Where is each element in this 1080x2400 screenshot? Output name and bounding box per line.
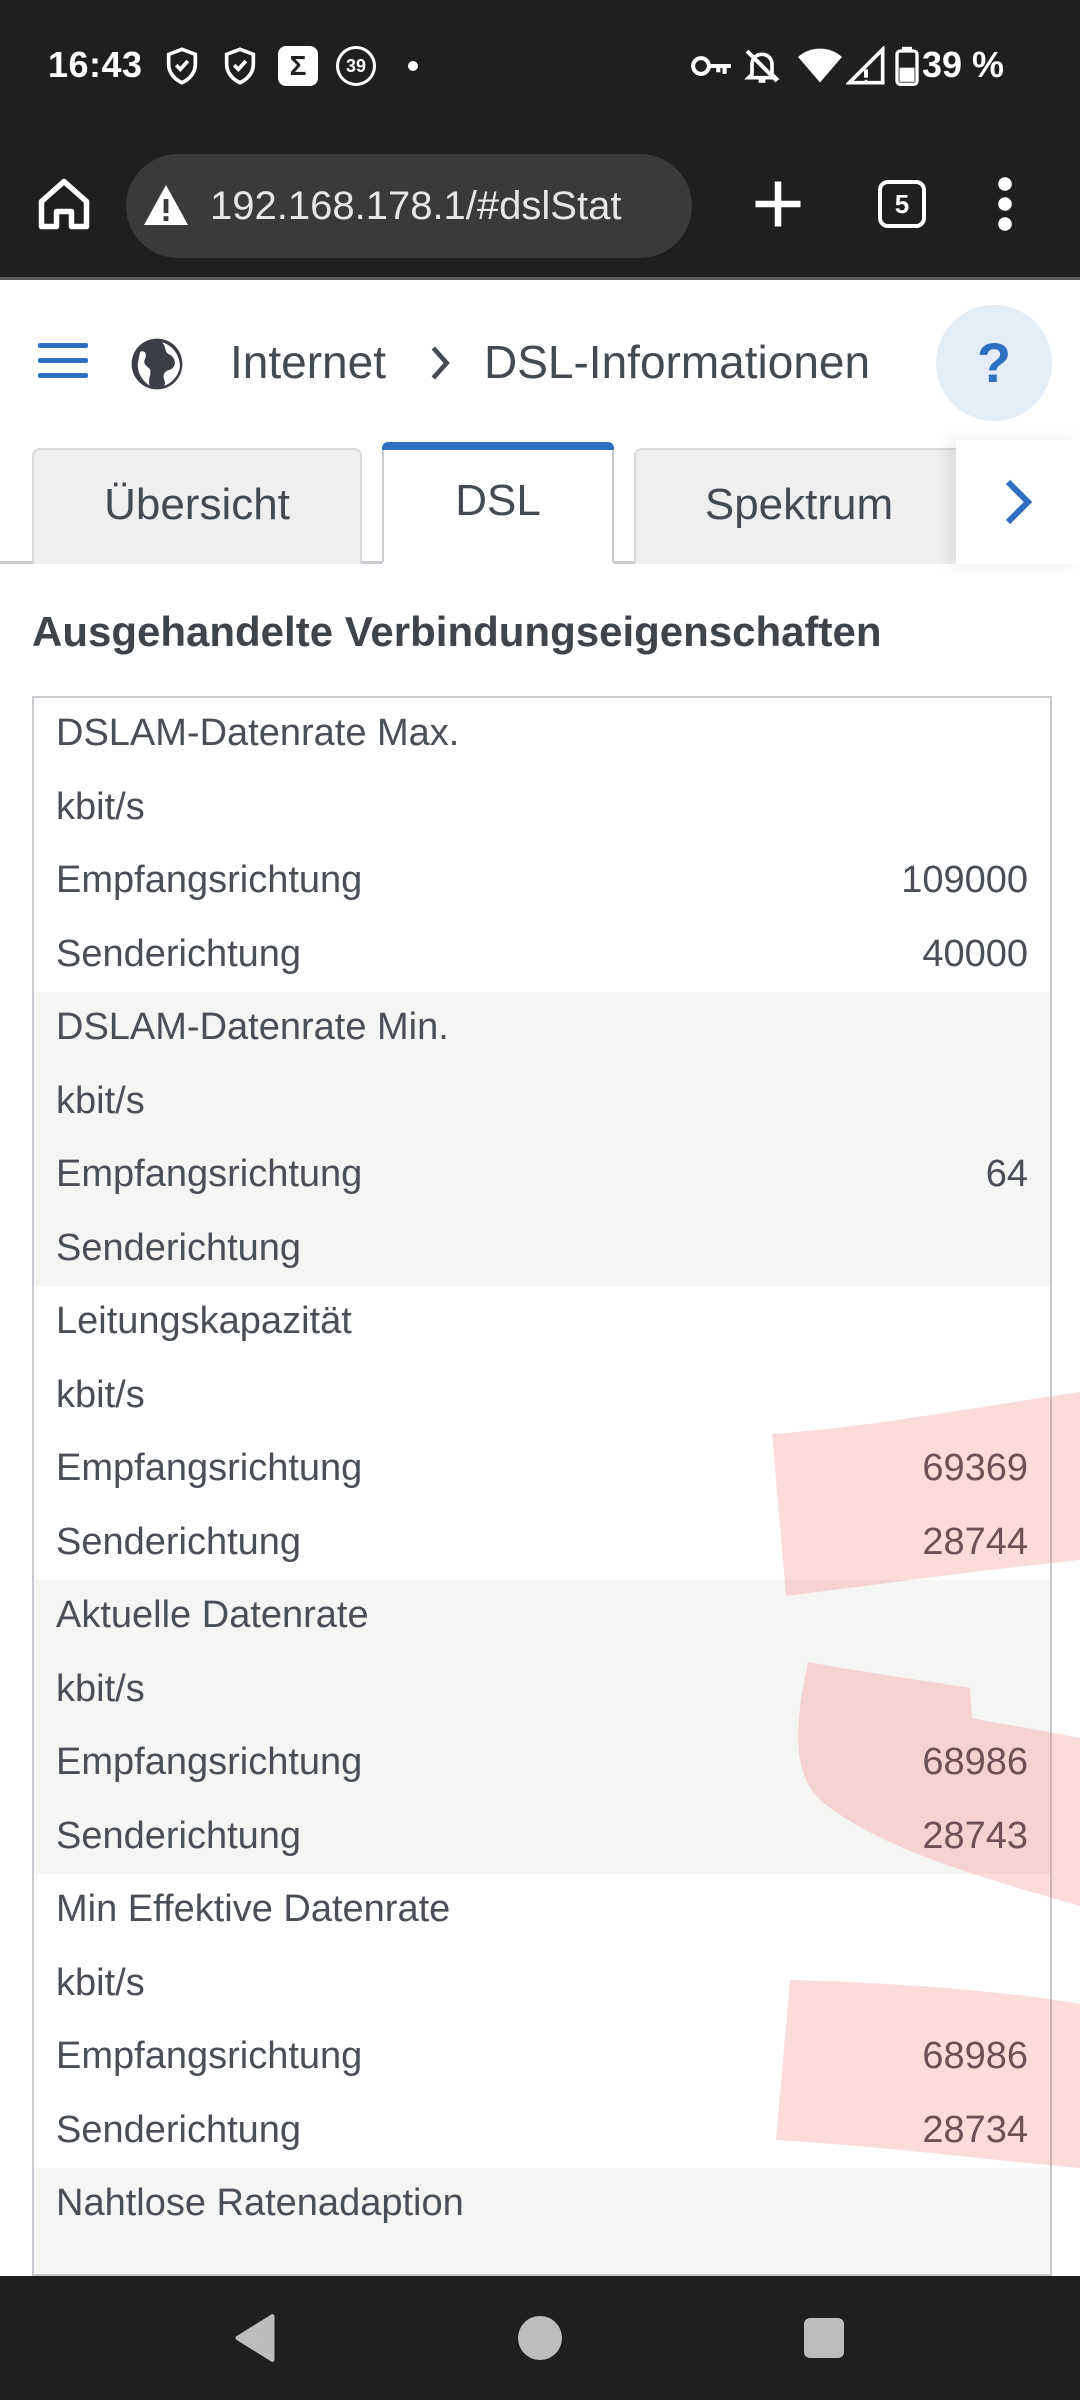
unit-label: kbit/s	[56, 1961, 145, 2004]
table-row: Senderichtung 28743	[34, 1801, 1050, 1875]
group-title: Leitungskapazität	[56, 1300, 352, 1342]
tab-dsl[interactable]: DSL	[382, 442, 614, 564]
table-row: Senderichtung 28744	[34, 1507, 1050, 1581]
unit-row: kbit/s	[34, 1948, 1050, 2022]
tabs-icon[interactable]: 5	[878, 180, 926, 228]
group-title-row: DSLAM-Datenrate Min.	[34, 992, 1050, 1066]
home-icon[interactable]	[34, 174, 94, 234]
group-title-row: Min Effektive Datenrate	[34, 1874, 1050, 1948]
app-header: Internet DSL-Informationen ?	[0, 283, 1080, 438]
more-vert-icon[interactable]	[990, 174, 1020, 234]
table-row: Empfangsrichtung 64	[34, 1139, 1050, 1213]
shield-check-icon	[224, 47, 256, 85]
dot-icon	[408, 61, 418, 71]
signal-icon	[846, 46, 885, 85]
battery-icon	[895, 46, 919, 86]
chevron-right-icon	[431, 346, 450, 380]
row-label: Senderichtung	[56, 932, 302, 975]
plus-icon[interactable]	[748, 174, 808, 234]
tab-spektrum[interactable]: Spektrum	[634, 448, 964, 564]
row-label: Senderichtung	[56, 1814, 302, 1857]
status-bar: 16:43 Σ 39 39 %	[0, 0, 1080, 132]
row-label: Empfangsrichtung	[56, 2035, 363, 2077]
table-row: Senderichtung	[34, 1213, 1050, 1287]
group-leitungskapazitaet: Leitungskapazität kbit/s Empfangsrichtun…	[34, 1286, 1050, 1580]
row-label: Empfangsrichtung	[56, 1153, 363, 1195]
browser-toolbar: 192.168.178.1/#dslStat 5	[0, 132, 1080, 280]
table-row: Empfangsrichtung 109000	[34, 845, 1050, 919]
row-label: Senderichtung	[56, 1226, 302, 1269]
unit-label: kbit/s	[56, 785, 145, 828]
unit-label: kbit/s	[56, 1373, 145, 1416]
row-label: Empfangsrichtung	[56, 1741, 363, 1783]
hamburger-menu-icon[interactable]	[38, 341, 88, 381]
unit-row: kbit/s	[34, 1066, 1050, 1140]
table-row: Empfangsrichtung 68986	[34, 2021, 1050, 2095]
unit-label: kbit/s	[56, 1667, 145, 1710]
connection-properties-table: DSLAM-Datenrate Max. kbit/s Empfangsrich…	[32, 696, 1052, 2276]
row-value: 28743	[922, 1814, 1028, 1857]
section-title: Ausgehandelte Verbindungseigenschaften	[32, 608, 882, 655]
row-value: 68986	[922, 1741, 1028, 1783]
row-value: 69369	[922, 1447, 1028, 1489]
active-tab-indicator	[382, 442, 614, 450]
status-time: 16:43	[48, 44, 143, 85]
home-circle-icon[interactable]	[518, 2316, 562, 2360]
group-title-row: Aktuelle Datenrate	[34, 1580, 1050, 1654]
chevron-right-icon	[1005, 479, 1033, 525]
row-value: 64	[985, 1153, 1028, 1195]
breadcrumb-dsl-informationen: DSL-Informationen	[484, 336, 871, 388]
group-dslam-min: DSLAM-Datenrate Min. kbit/s Empfangsrich…	[34, 992, 1050, 1286]
globe-icon	[131, 338, 183, 390]
group-dslam-max: DSLAM-Datenrate Max. kbit/s Empfangsrich…	[34, 698, 1050, 992]
shield-icon	[166, 47, 198, 85]
row-value: 28734	[922, 2108, 1028, 2151]
group-nahtlose-ratenadaption: Nahtlose Ratenadaption	[34, 2168, 1050, 2274]
address-bar[interactable]: 192.168.178.1/#dslStat	[126, 154, 692, 258]
table-row: Empfangsrichtung 68986	[34, 1727, 1050, 1801]
table-row: Senderichtung 40000	[34, 919, 1050, 993]
vpn-key-icon	[691, 56, 731, 76]
warning-icon[interactable]	[142, 182, 190, 228]
group-title-row: DSLAM-Datenrate Max.	[34, 698, 1050, 772]
tab-uebersicht[interactable]: Übersicht	[32, 448, 362, 564]
row-label: Empfangsrichtung	[56, 859, 363, 901]
table-row: Senderichtung 28734	[34, 2095, 1050, 2169]
recents-icon[interactable]	[804, 2318, 844, 2358]
tab-bar: Übersicht DSL Spektrum	[0, 440, 1080, 564]
group-title: DSLAM-Datenrate Max.	[56, 712, 460, 754]
table-row: Empfangsrichtung 69369	[34, 1433, 1050, 1507]
breadcrumb-internet[interactable]: Internet	[230, 335, 386, 389]
tab-scroll-next-button[interactable]	[956, 440, 1080, 564]
row-label: Senderichtung	[56, 2108, 302, 2151]
back-icon[interactable]	[232, 2312, 278, 2364]
wifi-icon	[798, 48, 842, 83]
notification-count-icon: 39	[336, 46, 376, 86]
group-title: Aktuelle Datenrate	[56, 1594, 369, 1636]
group-title: DSLAM-Datenrate Min.	[56, 1006, 449, 1048]
unit-label: kbit/s	[56, 1079, 145, 1122]
battery-percent: 39 %	[921, 44, 1004, 85]
group-title-row: Leitungskapazität	[34, 1286, 1050, 1360]
url-text[interactable]: 192.168.178.1/#dslStat	[210, 184, 621, 229]
row-value: 28744	[922, 1520, 1028, 1563]
unit-row: kbit/s	[34, 772, 1050, 846]
group-title: Nahtlose Ratenadaption	[56, 2182, 464, 2224]
bell-off-icon	[744, 49, 780, 83]
group-title: Min Effektive Datenrate	[56, 1888, 451, 1930]
tab-dsl-label: DSL	[455, 476, 541, 525]
group-title-row: Nahtlose Ratenadaption	[34, 2168, 1050, 2242]
row-value: 109000	[901, 859, 1028, 901]
row-label: Empfangsrichtung	[56, 1447, 363, 1489]
unit-row: kbit/s	[34, 1654, 1050, 1728]
unit-row: kbit/s	[34, 1360, 1050, 1434]
group-min-effektive-datenrate: Min Effektive Datenrate kbit/s Empfangsr…	[34, 1874, 1050, 2168]
row-value: 68986	[922, 2035, 1028, 2077]
row-label: Senderichtung	[56, 1520, 302, 1563]
group-aktuelle-datenrate: Aktuelle Datenrate kbit/s Empfangsrichtu…	[34, 1580, 1050, 1874]
sigma-app-icon: Σ	[278, 46, 318, 86]
row-value: 40000	[922, 932, 1028, 975]
system-navigation-bar	[0, 2276, 1080, 2400]
help-button[interactable]: ?	[936, 305, 1052, 421]
